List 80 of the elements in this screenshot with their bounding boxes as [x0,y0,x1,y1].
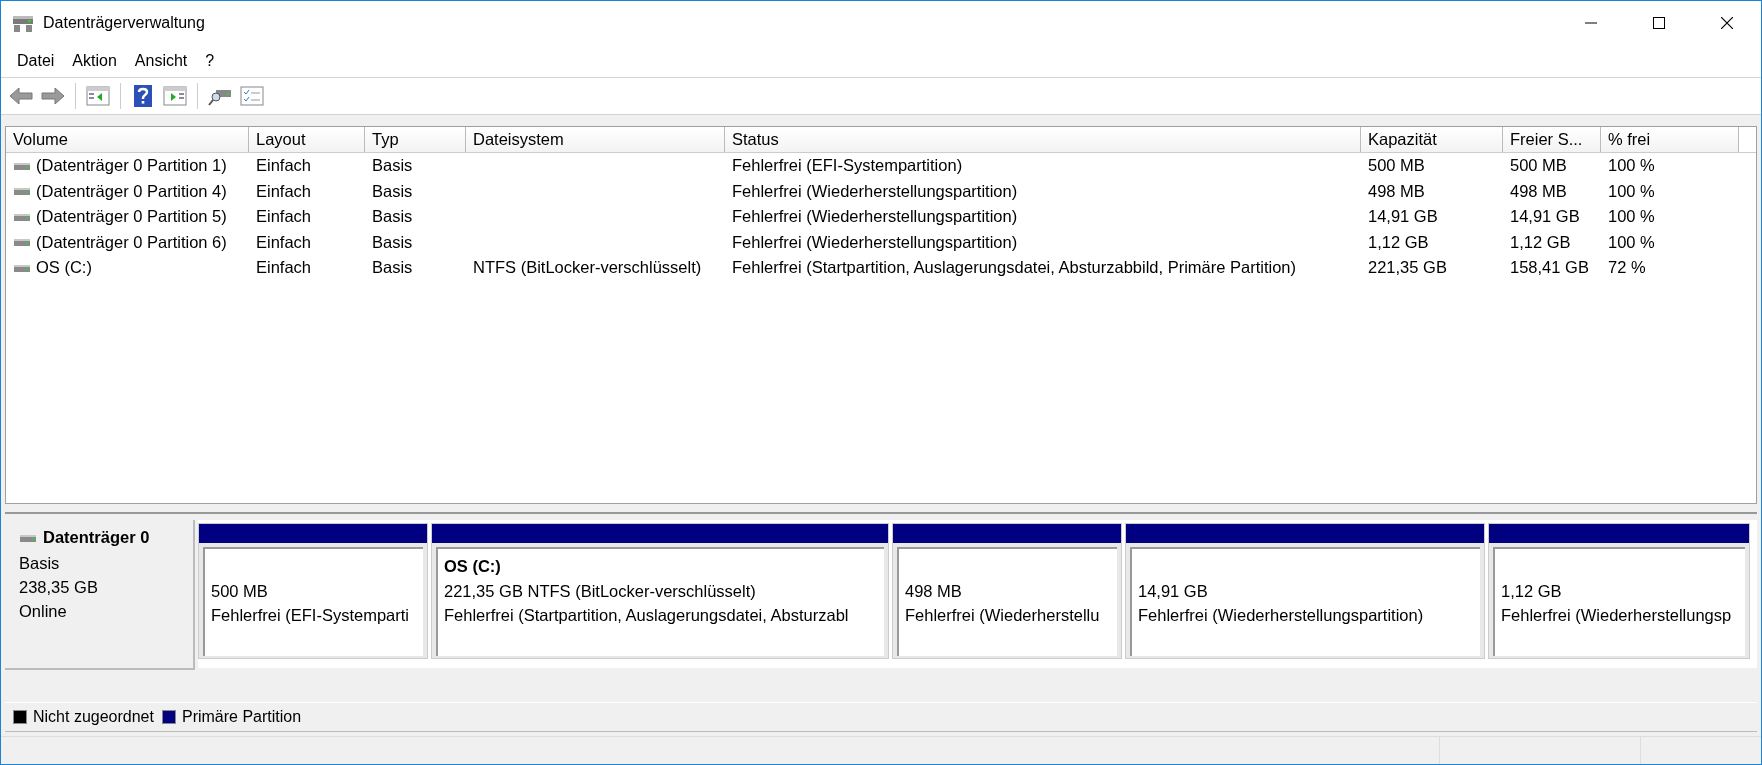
column-header[interactable]: Layout [249,127,365,152]
back-arrow-icon[interactable] [9,85,33,107]
table-cell-text: Einfach [255,232,313,252]
menu-item[interactable]: Datei [8,48,64,74]
table-cell-text: 100 % [1607,232,1656,252]
table-cell-text: 498 MB [1509,181,1568,201]
table-cell-text: 100 % [1607,207,1656,227]
partition-block[interactable]: 498 MB Fehlerfrei (Wiederherstellu [892,523,1122,659]
table-cell-text: Basis [371,207,414,227]
table-cell-text: Fehlerfrei (Wiederherstellungspartition) [731,181,1019,201]
table-cell-text: Einfach [255,258,313,278]
table-cell-text: Fehlerfrei (EFI-Systempartition) [731,156,964,176]
volume-name: (Datenträger 0 Partition 6) [36,232,227,252]
table-cell-text: Einfach [255,181,313,201]
table-cell-text: Basis [371,181,414,201]
menu-item[interactable]: Aktion [63,48,126,74]
menu-item[interactable]: Ansicht [125,48,197,74]
menu-item[interactable]: ? [196,48,224,74]
maximize-icon[interactable] [1653,17,1665,29]
table-cell-text: 158,41 GB [1509,258,1590,278]
table-cell-text: Basis [371,232,414,252]
table-cell-text: Basis [371,258,414,278]
table-cell-text: 500 MB [1509,156,1568,176]
table-cell-text: 14,91 GB [1509,207,1581,227]
partition-status: Fehlerfrei (Wiederherstellungsp [1501,606,1733,625]
close-icon[interactable] [1721,17,1733,29]
column-header[interactable]: Typ [365,127,466,152]
table-cell-text: 500 MB [1367,156,1426,176]
volume-name: (Datenträger 0 Partition 4) [36,181,227,201]
column-header[interactable]: Status [725,127,1361,152]
disk-type: Basis [19,554,61,573]
table-cell-text: 1,12 GB [1367,232,1430,252]
partition-block[interactable]: OS (C:) 221,35 GB NTFS (BitLocker-verschlüsselt) Fehlerfrei (Startpartition, Auslagerungsdatei, Absturzabl [431,523,889,659]
disk-name: Datenträger 0 [43,528,150,547]
column-header[interactable]: Kapazität [1361,127,1503,152]
table-cell-text: 100 % [1607,156,1656,176]
table-cell-text: 1,12 GB [1509,232,1572,252]
volume-name: OS (C:) [36,258,92,278]
checklist-icon[interactable] [240,85,264,107]
partition-size: 498 MB [905,582,963,601]
table-cell-text: 221,35 GB [1367,258,1448,278]
table-cell-text: Einfach [255,207,313,227]
partition-block[interactable]: 1,12 GB Fehlerfrei (Wiederherstellungsp [1488,523,1750,659]
volume-name: (Datenträger 0 Partition 5) [36,207,227,227]
volume-name: (Datenträger 0 Partition 1) [36,156,227,176]
partition-label: OS (C:) [444,557,502,577]
column-header[interactable]: Dateisystem [466,127,725,152]
forward-arrow-icon[interactable] [41,85,65,107]
partition-status: Fehlerfrei (Wiederherstellungspartition) [1138,606,1425,625]
table-cell-text: Fehlerfrei (Wiederherstellungspartition) [731,232,1019,252]
column-header[interactable]: Volume [6,127,249,152]
table-cell-text: Fehlerfrei (Wiederherstellungspartition) [731,207,1019,227]
partition-size: 1,12 GB [1501,582,1563,601]
window-title: Datenträgerverwaltung [43,14,206,32]
table-cell-text: NTFS (BitLocker-verschlüsselt) [472,258,703,278]
column-header[interactable]: % frei [1601,127,1739,152]
partition-block[interactable]: 500 MB Fehlerfrei (EFI-Systemparti [198,523,428,659]
partition-size: 221,35 GB NTFS (BitLocker-verschlüsselt) [444,582,757,601]
table-cell-text: 498 MB [1367,181,1426,201]
disk-size: 238,35 GB [19,578,99,597]
partition-status: Fehlerfrei (EFI-Systemparti [211,606,411,625]
disk-status: Online [19,602,68,621]
legend-label: Primäre Partition [181,708,302,726]
partition-block[interactable]: 14,91 GB Fehlerfrei (Wiederherstellungspartition) [1125,523,1485,659]
help-icon[interactable] [131,85,155,107]
column-header[interactable]: Freier S... [1503,127,1601,152]
partition-status: Fehlerfrei (Startpartition, Auslagerungsdatei, Absturzabl [444,606,850,625]
panel-icon[interactable] [163,85,187,107]
table-cell-text: Fehlerfrei (Startpartition, Auslagerungsdatei, Absturzabbild, Primäre Partition) [731,258,1298,278]
table-cell-text: Einfach [255,156,313,176]
table-cell-text: Basis [371,156,414,176]
table-cell-text: 100 % [1607,181,1656,201]
disk-info-panel[interactable]: Datenträger 0 Basis 238,35 GB Online [5,520,195,670]
table-cell-text: 14,91 GB [1367,207,1439,227]
partition-size: 14,91 GB [1138,582,1209,601]
table-cell-text: 72 % [1607,258,1647,278]
legend-label: Nicht zugeordnet [33,708,154,726]
partition-size: 500 MB [211,582,269,601]
partition-status: Fehlerfrei (Wiederherstellu [905,606,1101,625]
panel-icon[interactable] [86,85,110,107]
